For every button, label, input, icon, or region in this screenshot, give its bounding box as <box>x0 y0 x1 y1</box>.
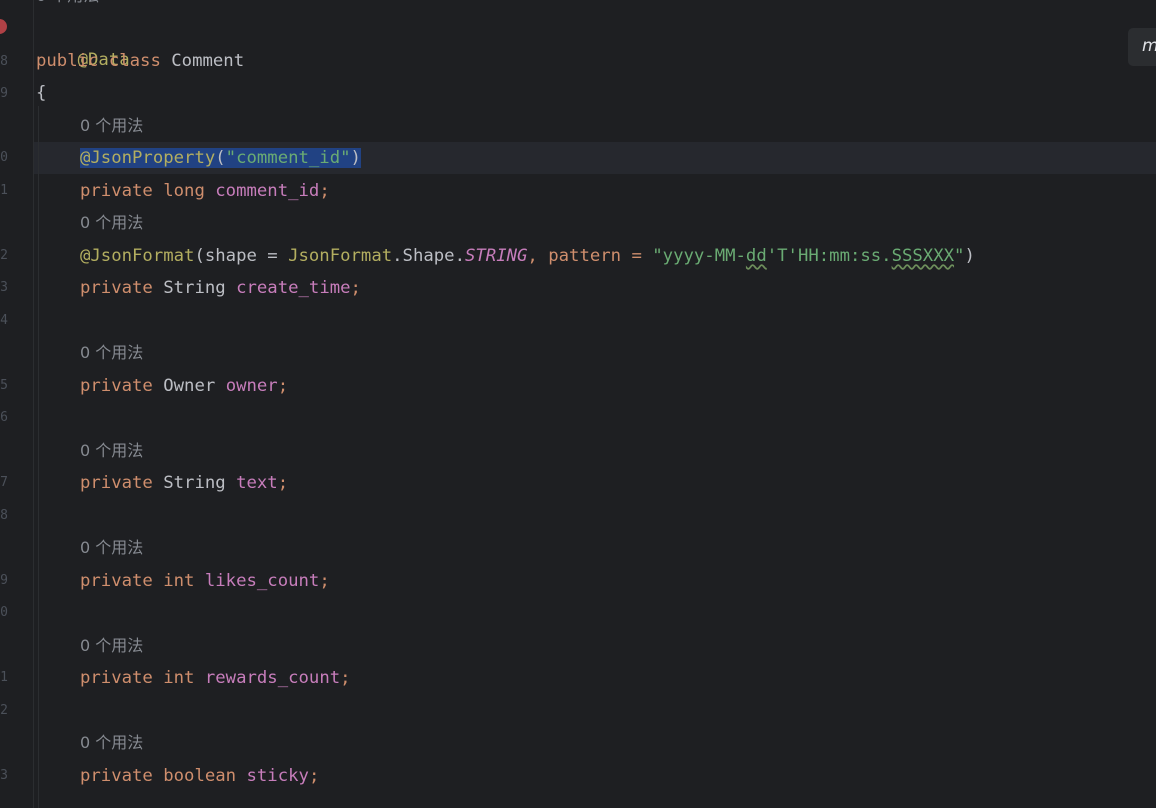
annotation-json-format: @JsonFormat <box>80 246 195 266</box>
code-line: private long comment_id; <box>80 175 330 207</box>
usages-hint[interactable]: 0 个用法 <box>36 0 99 12</box>
code-line: private int likes_count; <box>80 565 330 597</box>
keyword-private: private <box>80 766 153 786</box>
keyword-int: int <box>163 571 195 591</box>
field-name: comment_id <box>215 181 320 201</box>
code-line: @Data <box>36 12 130 70</box>
line-number: 8 <box>0 54 8 69</box>
line-number: 1 <box>0 670 8 685</box>
line-number: 0 <box>0 150 8 165</box>
semicolon: ; <box>350 278 361 298</box>
line-number: 9 <box>0 86 8 101</box>
line-number: 5 <box>0 378 8 393</box>
semicolon: ; <box>319 571 330 591</box>
breakpoint-icon[interactable] <box>0 19 7 34</box>
code-line: private boolean sticky; <box>80 760 319 792</box>
paren: ) <box>964 246 975 266</box>
line-number: 8 <box>0 508 8 523</box>
field-name: text <box>236 473 278 493</box>
code-line: { <box>36 77 46 109</box>
line-number: 0 <box>0 605 8 620</box>
keyword-private: private <box>80 668 153 688</box>
string-literal: "yyyy-MM-dd'T'HH:mm:ss.SSSXXX" <box>652 246 964 266</box>
param-shape: shape = <box>204 246 289 266</box>
string-part: 'T'HH:mm:ss. <box>766 246 892 266</box>
floating-toolbar-button[interactable]: m <box>1128 28 1156 66</box>
line-number: 1 <box>0 183 8 198</box>
type-name: String <box>163 278 226 298</box>
keyword-private: private <box>80 571 153 591</box>
keyword-private: private <box>80 473 153 493</box>
field-name: rewards_count <box>204 668 341 688</box>
class-name: Comment <box>171 51 245 71</box>
type-name: Owner <box>163 376 216 396</box>
enum-constant: STRING <box>464 246 528 266</box>
line-number: 4 <box>0 313 8 328</box>
indent-guide <box>38 106 39 808</box>
gutter-divider <box>33 0 34 808</box>
class-reference: JsonFormat <box>288 246 393 266</box>
string-literal: "comment_id" <box>225 148 351 168</box>
selected-text: @JsonProperty("comment_id") <box>80 148 361 168</box>
typo-underline: SSSXXX <box>891 246 955 266</box>
usages-hint[interactable]: 0 个用法 <box>80 630 143 662</box>
string-part: " <box>954 246 965 266</box>
annotation-json-property: @JsonProperty <box>80 148 216 168</box>
typo-underline: dd <box>745 246 767 266</box>
string-part: "yyyy-MM- <box>652 246 746 266</box>
keyword-boolean: boolean <box>163 766 237 786</box>
paren: ( <box>215 148 226 168</box>
keyword-int: int <box>163 668 195 688</box>
line-number: 2 <box>0 703 8 718</box>
code-line: @JsonFormat(shape = JsonFormat.Shape.STR… <box>80 240 975 272</box>
keyword-long: long <box>163 181 205 201</box>
code-line: private String text; <box>80 467 288 499</box>
field-name: likes_count <box>204 571 320 591</box>
keyword-private: private <box>80 181 153 201</box>
line-number: 9 <box>0 573 8 588</box>
usages-hint[interactable]: 0 个用法 <box>80 337 143 369</box>
usages-hint[interactable]: 0 个用法 <box>80 532 143 564</box>
line-number: 3 <box>0 280 8 295</box>
field-name: create_time <box>236 278 351 298</box>
field-name: owner <box>225 376 278 396</box>
member-access: .Shape. <box>392 246 465 266</box>
usages-hint[interactable]: 0 个用法 <box>80 435 143 467</box>
semicolon: ; <box>340 668 351 688</box>
code-line: private String create_time; <box>80 272 361 304</box>
line-number: 3 <box>0 768 8 783</box>
field-name: sticky <box>246 766 309 786</box>
paren: ( <box>194 246 205 266</box>
keyword-private: private <box>80 278 153 298</box>
paren: ) <box>350 148 361 168</box>
code-line: public class Comment <box>36 45 244 77</box>
line-number-gutter[interactable]: 8 9 0 1 2 3 4 5 6 7 8 9 0 1 2 3 <box>0 0 33 808</box>
semicolon: ; <box>277 376 289 396</box>
semicolon: ; <box>308 766 320 786</box>
usages-hint[interactable]: 0 个用法 <box>80 207 143 239</box>
param-pattern: , pattern = <box>527 246 653 266</box>
line-number: 2 <box>0 248 8 263</box>
type-name: String <box>163 473 226 493</box>
code-line: private Owner owner; <box>80 370 288 402</box>
usages-hint[interactable]: 0 个用法 <box>80 110 143 142</box>
keyword-public: public <box>36 51 99 71</box>
line-number: 7 <box>0 475 8 490</box>
line-number: 6 <box>0 410 8 425</box>
semicolon: ; <box>277 473 289 493</box>
code-line: @JsonProperty("comment_id") <box>80 142 361 174</box>
keyword-private: private <box>80 376 153 396</box>
usages-hint[interactable]: 0 个用法 <box>80 727 143 759</box>
semicolon: ; <box>319 181 330 201</box>
keyword-class: class <box>108 51 161 71</box>
code-line: private int rewards_count; <box>80 662 351 694</box>
code-editor[interactable]: 8 9 0 1 2 3 4 5 6 7 8 9 0 1 2 3 0 个用法 @D… <box>0 0 1156 808</box>
open-brace: { <box>36 83 47 103</box>
